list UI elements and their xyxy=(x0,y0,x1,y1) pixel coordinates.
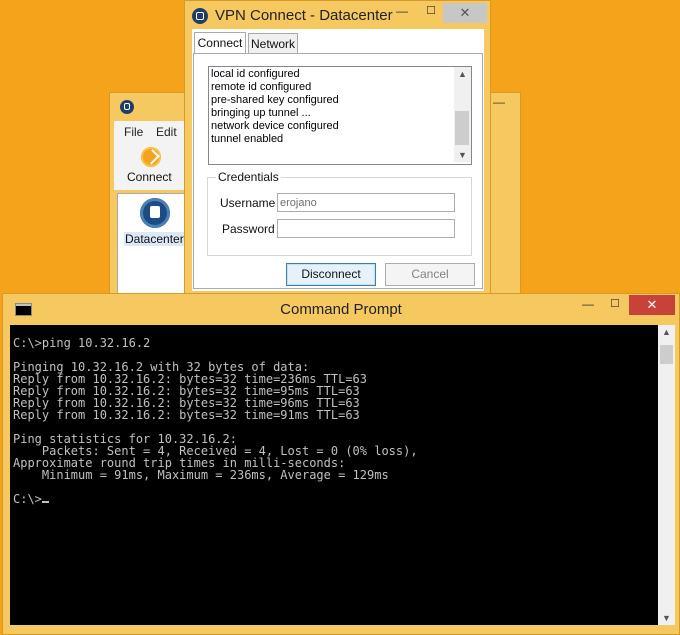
log-line: local id configured xyxy=(211,68,300,80)
status-log[interactable]: local id configured remote id configured… xyxy=(208,66,472,165)
password-field[interactable] xyxy=(277,219,455,238)
minimize-icon[interactable]: — xyxy=(493,95,505,109)
log-line: tunnel enabled xyxy=(211,133,284,145)
scroll-down-icon[interactable]: ▼ xyxy=(658,613,675,623)
password-label: Password xyxy=(222,222,275,236)
close-icon[interactable]: ✕ xyxy=(629,295,675,315)
log-line: network device configured xyxy=(211,120,339,132)
menu-edit[interactable]: Edit xyxy=(156,125,177,139)
console-output[interactable]: C:\>ping 10.32.16.2 Pinging 10.32.16.2 w… xyxy=(10,325,658,625)
log-line: bringing up tunnel ... xyxy=(211,107,311,119)
scroll-up-icon[interactable]: ▲ xyxy=(658,327,675,337)
connect-toolbar-button[interactable]: Connect xyxy=(119,147,181,187)
log-lines: local id configured remote id configured… xyxy=(211,68,339,146)
console-text: C:\>ping 10.32.16.2 Pinging 10.32.16.2 w… xyxy=(13,336,418,506)
client-toolbar: Connect xyxy=(114,143,188,190)
username-label: Username xyxy=(220,196,276,210)
vpn-shield-icon xyxy=(120,100,134,114)
tab-network[interactable]: Network xyxy=(248,33,298,53)
username-field[interactable]: erojano xyxy=(277,193,455,212)
scroll-thumb[interactable] xyxy=(455,111,469,145)
shield-lock-icon xyxy=(140,198,170,228)
minimize-icon[interactable]: — xyxy=(391,4,413,24)
text-cursor xyxy=(41,501,49,503)
credentials-legend: Credentials xyxy=(216,170,281,184)
tab-connect[interactable]: Connect xyxy=(194,32,246,53)
disconnect-button[interactable]: Disconnect xyxy=(286,263,376,286)
window-title: VPN Connect - Datacenter xyxy=(215,7,393,24)
vpn-body: Connect Network local id configured remo… xyxy=(192,29,484,291)
connect-icon xyxy=(141,147,161,167)
scroll-down-icon[interactable]: ▼ xyxy=(454,150,471,160)
maximize-icon[interactable]: ☐ xyxy=(605,297,625,310)
vpn-titlebar[interactable]: VPN Connect - Datacenter — ☐ ✕ xyxy=(185,1,490,29)
scroll-thumb[interactable] xyxy=(660,345,673,364)
minimize-icon[interactable]: — xyxy=(577,297,599,311)
log-line: remote id configured xyxy=(211,81,312,93)
vpn-shield-icon xyxy=(192,8,208,24)
close-icon[interactable]: ✕ xyxy=(443,3,487,23)
console-scrollbar[interactable]: ▲ ▼ xyxy=(658,325,675,625)
log-line: pre-shared key configured xyxy=(211,94,339,106)
log-scrollbar[interactable]: ▲ ▼ xyxy=(454,67,471,162)
command-prompt-window: Command Prompt — ☐ ✕ C:\>ping 10.32.16.2… xyxy=(2,293,680,635)
client-menubar: File Edit xyxy=(114,121,188,143)
menu-file[interactable]: File xyxy=(124,125,143,139)
maximize-icon[interactable]: ☐ xyxy=(421,4,441,24)
connection-label: Datacenter xyxy=(124,232,185,246)
credentials-group: Credentials Username erojano Password xyxy=(207,170,472,256)
connect-label: Connect xyxy=(127,170,172,184)
cancel-button[interactable]: Cancel xyxy=(385,263,475,286)
scroll-up-icon[interactable]: ▲ xyxy=(454,69,471,79)
cmd-titlebar[interactable]: Command Prompt — ☐ ✕ xyxy=(3,294,679,324)
vpn-connect-window: VPN Connect - Datacenter — ☐ ✕ Connect N… xyxy=(184,0,491,297)
